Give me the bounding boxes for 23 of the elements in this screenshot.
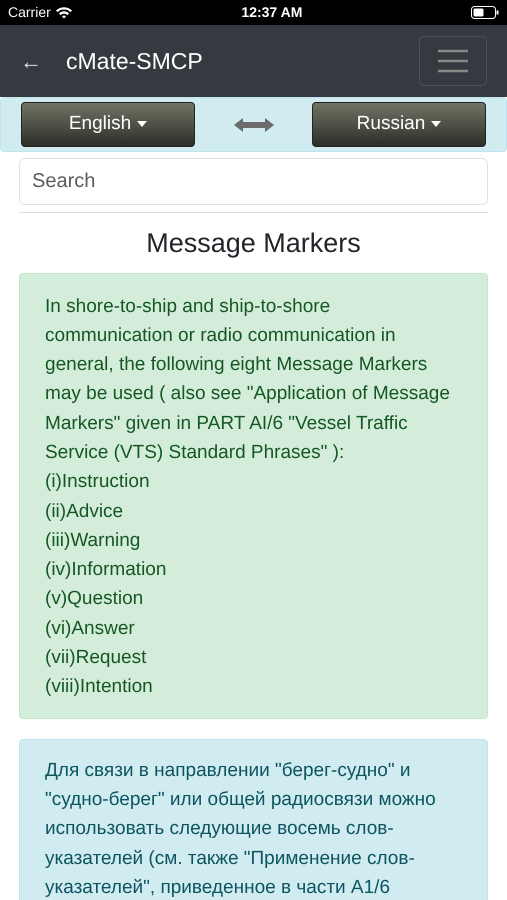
menu-icon xyxy=(437,49,469,73)
message-marker-item: (v)Question xyxy=(45,587,144,612)
intro-paragraph: In shore-to-ship and ship-to-shore communication or radio communication in general, the following eight Message Markers may be used ( also see "Application of Message Markers" given in PART AI/6 "Vessel Traffic Service (VTS) Standard Phrases" ): xyxy=(45,294,451,465)
clock-time: 12:37 AM xyxy=(241,3,302,22)
back-button[interactable]: ← xyxy=(20,44,42,78)
message-marker-item: (iii)Warning xyxy=(45,528,140,553)
app-title: cMate-SMCP xyxy=(66,46,203,76)
message-marker-item: (vii)Request xyxy=(45,646,146,670)
wifi-icon xyxy=(54,6,73,19)
message-marker-item: (ii)Advice xyxy=(45,500,124,524)
carrier-label: Carrier xyxy=(8,3,51,22)
message-marker-item: (vi)Answer xyxy=(45,616,135,641)
target-language-dropdown[interactable]: Russian xyxy=(312,102,486,147)
page-heading: Message Markers xyxy=(145,227,362,260)
search-field[interactable]: Search xyxy=(19,158,488,205)
battery-icon xyxy=(470,6,499,19)
message-marker-item: (viii)Intention xyxy=(45,675,153,700)
intro-paragraph: Для связи в направлении "берег-судно" и "судно-берег" или общей радиосвязи можно использовать следующие восемь слов-указателей (см. также "Применение слов-указателей", приведенное в части А1/6 xyxy=(45,758,437,900)
message-marker-item: (i)Instruction xyxy=(45,470,150,494)
menu-button[interactable] xyxy=(419,36,487,86)
message-marker-item: (iv)Information xyxy=(45,558,166,582)
swap-arrows-icon[interactable] xyxy=(234,116,274,132)
source-language-dropdown[interactable]: English xyxy=(21,102,195,147)
